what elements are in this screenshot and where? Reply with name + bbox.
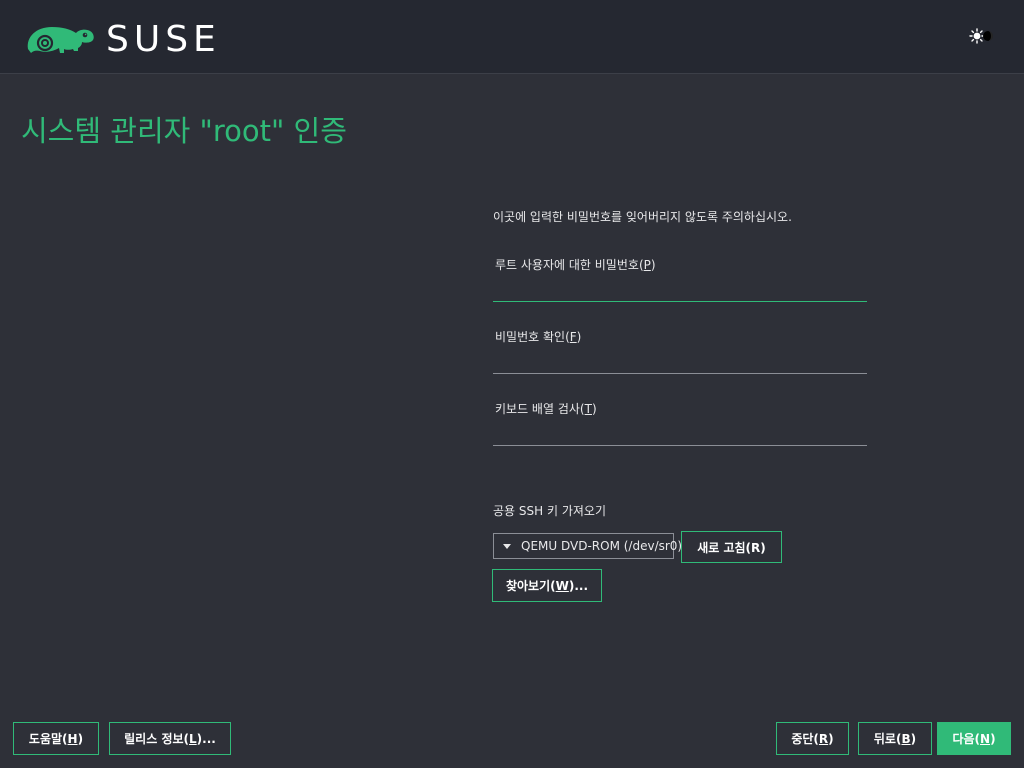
dropdown-arrow-icon — [503, 543, 511, 549]
keyboard-test-input[interactable] — [493, 420, 867, 446]
browse-button[interactable]: 찾아보기(W)... — [492, 569, 602, 602]
confirm-password-input[interactable] — [493, 348, 867, 374]
suse-logo: SUSE — [24, 20, 221, 60]
password-input[interactable] — [493, 276, 867, 302]
refresh-button[interactable]: 새로 고침(R) — [681, 531, 782, 563]
ssh-device-selected: QEMU DVD-ROM (/dev/sr0) — [521, 539, 683, 553]
sun-moon-toggle-icon — [969, 28, 993, 44]
ssh-device-select[interactable]: QEMU DVD-ROM (/dev/sr0) — [493, 533, 682, 559]
keyboard-test-label: 키보드 배열 검사(T) — [495, 402, 597, 416]
theme-toggle-button[interactable] — [968, 27, 996, 45]
brand-name: SUSE — [106, 19, 221, 60]
password-warning-text: 이곳에 입력한 비밀번호를 잊어버리지 않도록 주의하십시오. — [493, 210, 792, 224]
chameleon-logo-icon — [27, 27, 94, 53]
release-notes-button[interactable]: 릴리스 정보(L)... — [109, 722, 231, 755]
next-button[interactable]: 다음(N) — [937, 722, 1011, 755]
app-header: SUSE — [0, 0, 1024, 74]
back-button[interactable]: 뒤로(B) — [858, 722, 932, 755]
ssh-key-import-label: 공용 SSH 키 가져오기 — [493, 504, 606, 518]
confirm-password-label: 비밀번호 확인(F) — [495, 330, 582, 344]
abort-button[interactable]: 중단(R) — [776, 722, 849, 755]
password-label: 루트 사용자에 대한 비밀번호(P) — [495, 258, 656, 272]
help-button[interactable]: 도움말(H) — [13, 722, 99, 755]
page-title: 시스템 관리자 "root" 인증 — [21, 114, 347, 148]
